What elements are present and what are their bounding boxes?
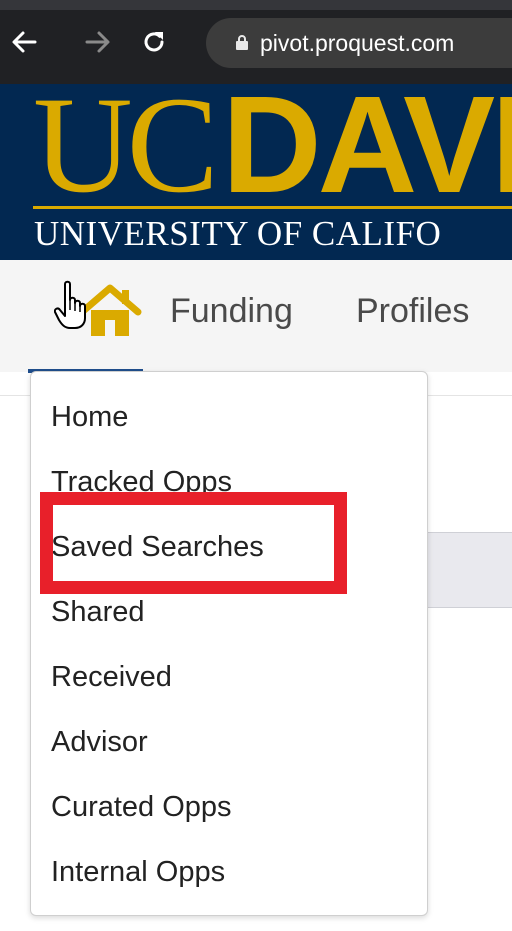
logo-uc-text: UC [33,84,219,221]
reload-button[interactable] [136,22,172,62]
logo-rule [33,206,512,209]
tab-strip-edge [0,0,512,10]
nav-profiles-link[interactable]: Profiles [356,292,469,331]
nav-funding-link[interactable]: Funding [170,292,293,331]
menu-item-home[interactable]: Home [51,401,128,434]
logo-subtitle: UNIVERSITY OF CALIFO [34,214,442,253]
address-bar[interactable]: pivot.proquest.com [206,18,512,68]
hand-cursor-icon [54,280,86,329]
menu-item-shared[interactable]: Shared [51,596,145,629]
back-button[interactable] [6,22,42,62]
forward-button[interactable] [80,22,116,62]
home-dropdown-menu [30,371,428,916]
lock-icon [236,35,248,50]
url-text: pivot.proquest.com [260,30,455,56]
forward-arrow-icon [85,31,110,53]
menu-item-received[interactable]: Received [51,661,172,694]
menu-item-internal-opps[interactable]: Internal Opps [51,856,225,889]
menu-item-advisor[interactable]: Advisor [51,726,148,759]
reload-icon [144,32,164,52]
browser-toolbar: pivot.proquest.com [0,0,512,84]
site-banner[interactable]: UC DAVI UNIVERSITY OF CALIFO [0,84,512,260]
back-arrow-icon [12,31,37,53]
logo-davis-text: DAVI [222,84,512,222]
highlight-annotation-box [40,492,347,594]
menu-item-curated-opps[interactable]: Curated Opps [51,791,232,824]
